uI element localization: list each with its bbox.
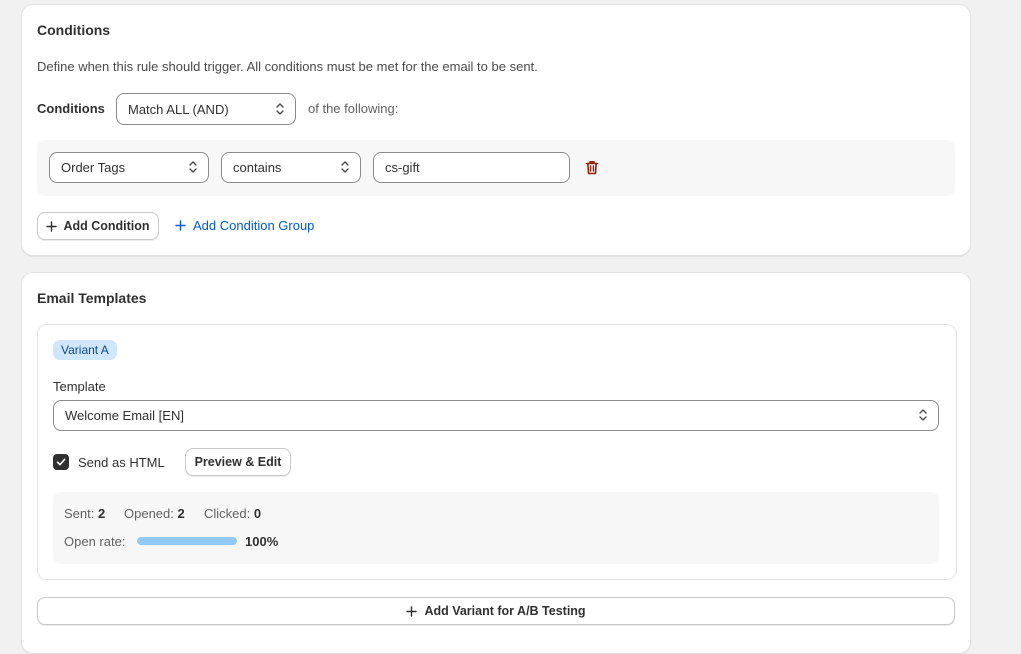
email-templates-title: Email Templates [37,290,147,306]
sent-value: 2 [97,506,106,521]
chevron-up-down-icon [276,103,284,115]
match-label: Conditions [37,101,105,116]
opened-value: 2 [177,506,185,521]
chevron-up-down-icon [189,161,197,173]
opened-stat: Opened: 2 [124,506,185,521]
match-mode-select[interactable]: Match ALL (AND) [116,93,296,125]
match-mode-value: Match ALL (AND) [128,101,229,117]
open-rate-label: Open rate: [64,534,126,549]
template-label: Template [53,379,106,394]
sent-stat: Sent: 2 [64,506,105,521]
template-select-value: Welcome Email [EN] [65,408,184,423]
chevron-up-down-icon [919,409,927,421]
match-suffix: of the following: [308,101,399,116]
preview-edit-label: Preview & Edit [194,455,282,469]
add-condition-group-button[interactable]: Add Condition Group [175,218,314,233]
send-as-html-label: Send as HTML [78,455,165,470]
condition-operator-select[interactable]: contains [221,152,361,183]
plus-icon [46,220,58,232]
condition-field-select[interactable]: Order Tags [49,152,209,183]
add-variant-button[interactable]: Add Variant for A/B Testing [37,597,955,625]
chevron-up-down-icon [341,161,349,173]
clicked-stat: Clicked: 0 [204,506,261,521]
send-as-html-checkbox[interactable] [53,454,69,470]
trash-icon[interactable] [585,160,599,175]
variant-a-panel: Variant A Template Welcome Email [EN] Se… [37,324,957,580]
conditions-card: Conditions Define when this rule should … [21,4,971,256]
opened-label: Opened: [124,506,174,521]
variant-stats-panel: Sent: 2 Opened: 2 Clicked: 0 Open rate: … [53,492,939,564]
preview-edit-button[interactable]: Preview & Edit [185,448,291,476]
clicked-value: 0 [253,506,262,521]
condition-field-value: Order Tags [61,160,126,175]
template-select[interactable]: Welcome Email [EN] [53,400,939,431]
checkmark-icon [56,458,66,466]
open-rate-progress-bar [137,537,237,545]
condition-value-input[interactable]: cs-gift [373,152,570,183]
condition-row: Order Tags contains cs-gift [37,140,955,196]
open-rate-progress-fill [137,537,237,545]
conditions-card-title: Conditions [37,22,111,38]
add-condition-button[interactable]: Add Condition [37,212,159,240]
add-condition-group-label: Add Condition Group [193,218,315,233]
plus-icon [406,605,418,617]
clicked-label: Clicked: [204,506,251,521]
conditions-description: Define when this rule should trigger. Al… [37,59,538,74]
open-rate-value-text: 100% [245,534,279,549]
open-rate-value: 100% [245,534,278,549]
condition-value-text: cs-gift [385,160,420,175]
email-templates-card: Email Templates Variant A Template Welco… [21,272,971,654]
variant-badge: Variant A [53,340,117,360]
plus-icon [175,220,186,231]
sent-label: Sent: [64,506,95,521]
add-condition-label: Add Condition [63,219,150,233]
condition-operator-value: contains [233,160,282,175]
add-variant-label: Add Variant for A/B Testing [424,604,586,618]
